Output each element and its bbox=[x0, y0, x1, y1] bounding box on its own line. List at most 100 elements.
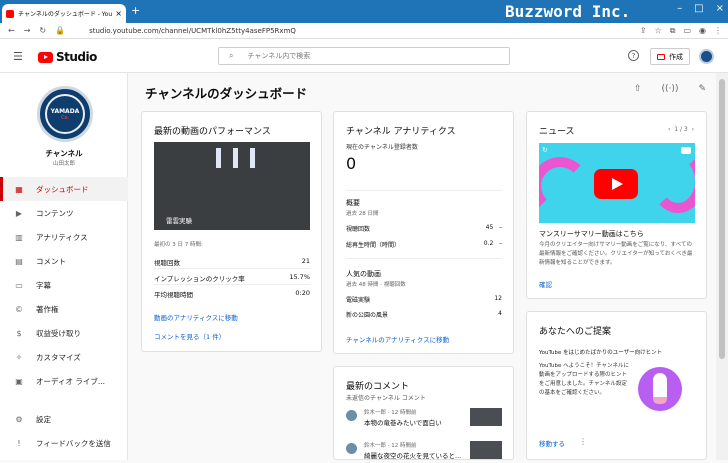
sidebar-item-audio-library[interactable]: ▣ オーディオ ライブ... bbox=[0, 369, 128, 393]
tab-close-icon[interactable]: × bbox=[115, 9, 122, 18]
youtube-play-icon bbox=[38, 51, 53, 63]
popular-row[interactable]: 電磁実験 12 bbox=[346, 295, 502, 304]
sidebar-item-label: 設定 bbox=[36, 414, 51, 424]
stat-row: 視聴回数 21 bbox=[154, 257, 310, 267]
subscriber-label: 現在のチャンネル登録者数 bbox=[346, 144, 418, 151]
sidebar-item-customize[interactable]: ✧ カスタマイズ bbox=[0, 345, 128, 369]
summary-label: 視聴回数 bbox=[346, 226, 371, 233]
back-icon[interactable]: ← bbox=[8, 26, 15, 35]
card-title: あなたへのご提案 bbox=[539, 327, 612, 337]
sidebar: YAMADA Co. チャンネル 山田太郎 ▦ ダッシュボード ▶ コンテンツ ▥ ア… bbox=[0, 73, 128, 460]
analytics-icon: ▥ bbox=[15, 232, 23, 242]
extensions-icon[interactable]: ⧉ bbox=[670, 26, 676, 36]
upload-icon[interactable]: ⇧ bbox=[634, 84, 642, 94]
summary-row: 総再生時間（時間） 0.2 – bbox=[346, 240, 502, 249]
profile-icon[interactable]: ◉ bbox=[699, 26, 706, 36]
summary-value: 0.2 bbox=[483, 240, 494, 247]
hamburger-menu-icon[interactable]: ☰ bbox=[13, 50, 23, 63]
card-title: ニュース bbox=[539, 127, 575, 137]
sidebar-item-comments[interactable]: ▤ コメント bbox=[0, 249, 128, 273]
channel-owner: 山田太郎 bbox=[52, 161, 75, 167]
popular-row[interactable]: 新の公園の風景 4 bbox=[346, 310, 502, 319]
address-bar: ← → ↻ 🔒 studio.youtube.com/channel/UCMTk… bbox=[0, 23, 728, 39]
create-button[interactable]: 作成 bbox=[650, 48, 690, 65]
search-input[interactable]: ⌕ チャンネル内で検索 bbox=[218, 47, 510, 65]
video-title: 雷雲実験 bbox=[166, 217, 192, 225]
avatar-subtext: Co. bbox=[60, 114, 70, 121]
divider bbox=[346, 190, 502, 191]
browser-tab[interactable]: チャンネルのダッシュボード - YouTube × bbox=[2, 4, 126, 23]
sidebar-item-earn[interactable]: $ 収益受け取り bbox=[0, 321, 128, 345]
video-analytics-link[interactable]: 動画のアナリティクスに移動 bbox=[154, 312, 238, 322]
scrollbar-thumb[interactable] bbox=[719, 79, 725, 359]
create-label: 作成 bbox=[669, 52, 683, 61]
page-tools: ⇧ ((·)) ✎ bbox=[634, 84, 706, 94]
forward-icon[interactable]: → bbox=[24, 26, 31, 35]
card-title: 最新のコメント bbox=[346, 382, 410, 392]
account-avatar[interactable] bbox=[699, 49, 714, 64]
stat-value: 15.7% bbox=[289, 273, 310, 281]
news-body: 今月のクリエイター向けサマリー動画をご覧になり、すべての最新情報をご確認ください… bbox=[539, 242, 693, 266]
browser-menu-icon[interactable]: ⋮ bbox=[714, 26, 722, 36]
sidepanel-icon[interactable]: ▭ bbox=[683, 26, 691, 36]
share-icon[interactable]: ⇪ bbox=[640, 26, 647, 36]
sidebar-item-label: オーディオ ライブ... bbox=[36, 376, 106, 386]
summary-period: 過去 28 日間 bbox=[346, 211, 379, 217]
sidebar-item-subtitles[interactable]: ▭ 字幕 bbox=[0, 273, 128, 297]
thumbnail-light bbox=[216, 148, 221, 168]
lock-icon[interactable]: 🔒 bbox=[55, 26, 65, 35]
news-confirm-link[interactable]: 確認 bbox=[539, 279, 552, 289]
sidebar-item-analytics[interactable]: ▥ アナリティクス bbox=[0, 225, 128, 249]
video-camera-icon bbox=[657, 53, 665, 60]
create-post-icon[interactable]: ✎ bbox=[698, 84, 706, 94]
youtube-mini-icon bbox=[681, 147, 691, 154]
channel-avatar[interactable]: YAMADA Co. bbox=[37, 86, 93, 142]
reload-icon[interactable]: ↻ bbox=[39, 26, 46, 35]
comment-item[interactable]: 鈴木一郎 · 12 時間前 本物の竜巻みたいで面白い bbox=[346, 408, 502, 430]
thumbnail-light bbox=[250, 148, 255, 168]
minimize-button[interactable]: – bbox=[677, 3, 682, 14]
maximize-button[interactable]: □ bbox=[694, 3, 703, 14]
view-comments-link[interactable]: コメントを見る（1 件） bbox=[154, 331, 225, 341]
new-tab-button[interactable]: + bbox=[131, 4, 140, 17]
rocket-illustration bbox=[638, 367, 682, 411]
stat-value: 21 bbox=[301, 257, 310, 265]
news-image[interactable]: ↻ bbox=[539, 143, 695, 223]
summary-label: 総再生時間（時間） bbox=[346, 242, 401, 249]
page-scrollbar[interactable] bbox=[716, 73, 728, 460]
studio-logo[interactable]: Studio bbox=[38, 50, 97, 64]
sidebar-item-copyright[interactable]: © 著作権 bbox=[0, 297, 128, 321]
youtube-play-icon bbox=[594, 169, 638, 199]
stat-label: インプレッションのクリック率 bbox=[154, 275, 245, 283]
avatar bbox=[346, 443, 357, 454]
chevron-right-icon[interactable]: › bbox=[692, 126, 694, 133]
suggestion-go-link[interactable]: 移動する bbox=[539, 438, 565, 448]
sidebar-bottom-menu: ⚙ 設定 ! フィードバックを送信 bbox=[0, 407, 128, 455]
video-meta: 最初の 3 日 7 時間: bbox=[154, 242, 203, 248]
help-icon[interactable]: ? bbox=[628, 50, 639, 61]
search-placeholder: チャンネル内で検索 bbox=[247, 52, 311, 60]
channel-analytics-link[interactable]: チャンネルのアナリティクスに移動 bbox=[346, 334, 449, 344]
video-thumbnail[interactable]: 雷雲実験 bbox=[154, 142, 310, 230]
summary-value: 45 bbox=[485, 224, 494, 231]
go-live-icon[interactable]: ((·)) bbox=[662, 84, 679, 94]
sidebar-item-label: コメント bbox=[36, 256, 66, 266]
brand-watermark: Buzzword Inc. bbox=[505, 2, 631, 21]
sidebar-item-content[interactable]: ▶ コンテンツ bbox=[0, 201, 128, 225]
close-window-button[interactable]: × bbox=[716, 3, 724, 14]
url-field[interactable]: studio.youtube.com/channel/UCMTkl0hZ5tty… bbox=[89, 27, 296, 35]
more-options-icon[interactable]: ⋮ bbox=[579, 437, 587, 446]
chevron-left-icon[interactable]: ‹ bbox=[668, 126, 670, 133]
sidebar-item-settings[interactable]: ⚙ 設定 bbox=[0, 407, 128, 431]
comments-subtitle: 未返信のチャンネル コメント bbox=[346, 395, 426, 402]
page-title: チャンネルのダッシュボード bbox=[145, 86, 308, 101]
subtitles-icon: ▭ bbox=[15, 280, 23, 290]
suggestion-subtitle: YouTube をはじめたばかりのユーザー向けヒント bbox=[539, 350, 663, 356]
bookmark-star-icon[interactable]: ☆ bbox=[655, 26, 662, 36]
avatar-text: YAMADA bbox=[50, 107, 80, 115]
sidebar-item-dashboard[interactable]: ▦ ダッシュボード bbox=[0, 177, 128, 201]
popular-video-title: 新の公園の風景 bbox=[346, 312, 389, 319]
sidebar-item-feedback[interactable]: ! フィードバックを送信 bbox=[0, 431, 128, 455]
comment-video-thumbnail bbox=[470, 441, 502, 459]
feedback-icon: ! bbox=[17, 438, 21, 448]
